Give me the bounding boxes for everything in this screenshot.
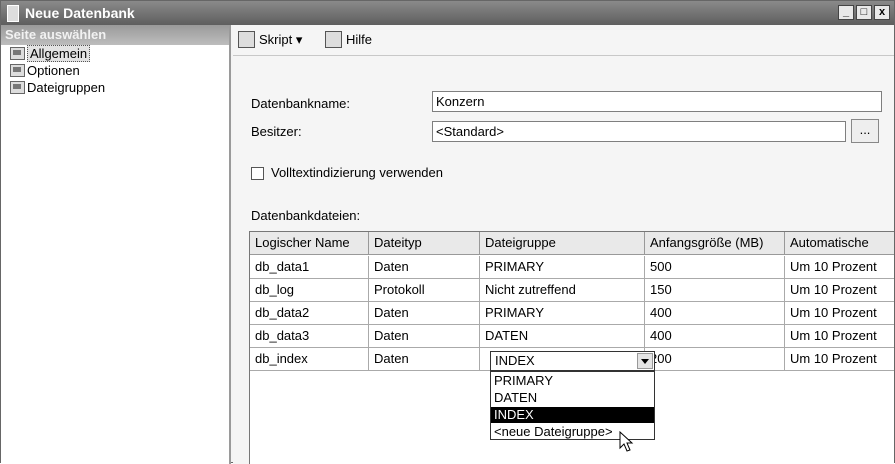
table-cell[interactable]: DATEN: [480, 325, 645, 348]
sidebar-item-allgemein[interactable]: Allgemein: [1, 45, 229, 62]
browse-owner-button[interactable]: ...: [851, 119, 879, 143]
table-cell[interactable]: 400: [645, 302, 785, 325]
table-cell[interactable]: Daten: [369, 256, 480, 279]
page-icon: [10, 47, 25, 60]
mouse-pointer-icon: [619, 431, 634, 452]
table-cell[interactable]: Um 10 Prozent: [785, 302, 894, 325]
database-files-label: Datenbankdateien:: [251, 208, 361, 223]
filegroup-dropdown-list: PRIMARY DATEN INDEX <neue Dateigruppe>: [490, 371, 655, 440]
database-icon: [7, 5, 19, 22]
title-bar: Neue Datenbank _ □ x: [1, 1, 894, 25]
maximize-button[interactable]: □: [856, 5, 872, 20]
table-cell[interactable]: Daten: [369, 325, 480, 348]
sidebar-item-label: Optionen: [27, 63, 80, 78]
script-icon: [238, 31, 255, 48]
table-cell[interactable]: PRIMARY: [480, 302, 645, 325]
database-files-grid: Logischer Name Dateityp Dateigruppe Anfa…: [249, 231, 894, 464]
table-cell[interactable]: 150: [645, 279, 785, 302]
column-header[interactable]: Dateigruppe: [480, 232, 645, 255]
owner-label: Besitzer:: [251, 124, 302, 139]
chevron-down-icon[interactable]: [637, 353, 653, 369]
sidebar-item-optionen[interactable]: Optionen: [1, 62, 229, 79]
table-cell[interactable]: Nicht zutreffend: [480, 279, 645, 302]
table-cell[interactable]: Daten: [369, 302, 480, 325]
page-selector-panel: Seite auswählen Allgemein Optionen Datei…: [1, 25, 231, 464]
table-cell[interactable]: Protokoll: [369, 279, 480, 302]
table-cell[interactable]: 400: [645, 325, 785, 348]
sidebar-item-label: Allgemein: [27, 45, 91, 62]
help-button[interactable]: Hilfe: [346, 32, 372, 47]
chevron-down-icon[interactable]: ▾: [296, 32, 303, 47]
table-cell[interactable]: db_data1: [250, 256, 369, 279]
table-cell[interactable]: Um 10 Prozent: [785, 256, 894, 279]
filegroup-combobox[interactable]: INDEX: [490, 351, 655, 371]
column-header[interactable]: Anfangsgröße (MB): [645, 232, 785, 255]
page-icon: [10, 81, 25, 94]
table-cell[interactable]: db_log: [250, 279, 369, 302]
sidebar-item-dateigruppen[interactable]: Dateigruppen: [1, 79, 229, 96]
table-cell[interactable]: Um 10 Prozent: [785, 348, 894, 371]
sidebar-item-label: Dateigruppen: [27, 80, 106, 95]
combobox-value: INDEX: [495, 353, 535, 368]
script-label: Skript: [259, 32, 293, 47]
fulltext-label: Volltextindizierung verwenden: [271, 165, 443, 180]
page-icon: [10, 64, 25, 77]
database-name-input[interactable]: Konzern: [432, 91, 882, 112]
minimize-button[interactable]: _: [838, 5, 854, 20]
dropdown-option-selected[interactable]: INDEX: [491, 407, 654, 423]
column-header[interactable]: Automatische: [785, 232, 894, 255]
close-button[interactable]: x: [874, 5, 890, 20]
sidebar-header: Seite auswählen: [1, 25, 229, 45]
column-header[interactable]: Logischer Name: [250, 232, 369, 255]
dropdown-option[interactable]: PRIMARY: [491, 373, 654, 389]
table-cell[interactable]: 500: [645, 256, 785, 279]
help-icon: [325, 31, 342, 48]
table-cell[interactable]: Um 10 Prozent: [785, 279, 894, 302]
dropdown-option[interactable]: DATEN: [491, 390, 654, 406]
toolbar: Skript ▾ Hilfe: [233, 25, 894, 56]
table-cell[interactable]: Daten: [369, 348, 480, 371]
database-name-label: Datenbankname:: [251, 96, 351, 111]
column-header[interactable]: Dateityp: [369, 232, 480, 255]
table-cell[interactable]: db_data3: [250, 325, 369, 348]
table-cell[interactable]: 200: [645, 348, 785, 371]
table-cell[interactable]: Um 10 Prozent: [785, 325, 894, 348]
table-cell[interactable]: db_data2: [250, 302, 369, 325]
fulltext-checkbox[interactable]: [251, 167, 264, 180]
general-page: Skript ▾ Hilfe Datenbankname: Konzern Be…: [233, 25, 894, 464]
window-title: Neue Datenbank: [25, 5, 135, 21]
table-cell[interactable]: PRIMARY: [480, 256, 645, 279]
script-button[interactable]: Skript ▾: [259, 32, 302, 48]
owner-input[interactable]: <Standard>: [432, 121, 846, 142]
table-cell[interactable]: db_index: [250, 348, 369, 371]
new-database-dialog: Neue Datenbank _ □ x Seite auswählen All…: [0, 0, 895, 464]
